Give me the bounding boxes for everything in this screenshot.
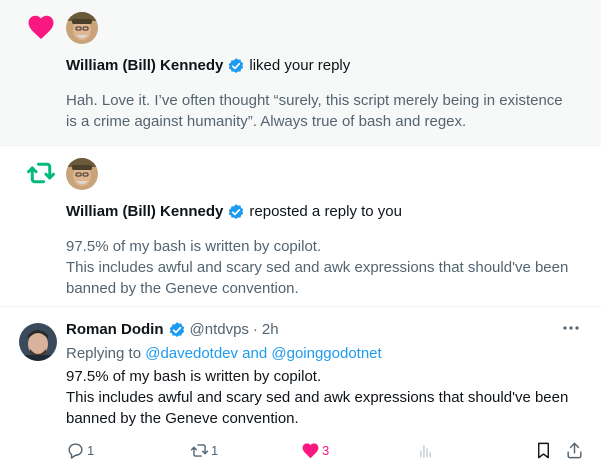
reply-icon	[68, 442, 83, 459]
tweet-time[interactable]: 2h	[262, 320, 279, 340]
views-button[interactable]	[416, 438, 435, 462]
text-line: 97.5% of my bash is written by copilot.	[66, 238, 322, 255]
text-line: This includes awful and scary sed and aw…	[66, 389, 569, 406]
heart-icon	[28, 15, 54, 39]
verified-icon	[169, 322, 184, 337]
verified-icon	[229, 58, 244, 73]
repost-button[interactable]: 1	[190, 438, 218, 462]
bookmark-button[interactable]	[534, 438, 553, 462]
more-icon[interactable]	[561, 323, 581, 333]
text-line: banned by the Geneve convention.	[66, 410, 299, 427]
notification-text: 97.5% of my bash is written by copilot. …	[66, 236, 586, 299]
text-line: This includes awful and scary sed and aw…	[66, 259, 569, 276]
user-name[interactable]: William (Bill) Kennedy	[66, 202, 223, 222]
share-button[interactable]	[565, 438, 584, 462]
notification-like[interactable]: William (Bill) Kennedy liked your reply …	[0, 0, 601, 146]
user-name[interactable]: William (Bill) Kennedy	[66, 56, 223, 76]
reply-count: 1	[87, 442, 95, 458]
notification-action: reposted a reply to you	[249, 203, 402, 220]
tweet-text: 97.5% of my bash is written by copilot. …	[66, 366, 568, 429]
tweet-author-name[interactable]: Roman Dodin	[66, 320, 164, 340]
reply-button[interactable]: 1	[66, 438, 94, 462]
notification-headline: William (Bill) Kennedy reposted a reply …	[66, 202, 402, 222]
like-button[interactable]: 3	[301, 438, 329, 462]
tweet-actions: 1 1 3	[60, 438, 590, 462]
text-line: 97.5% of my bash is written by copilot.	[66, 368, 322, 385]
views-icon	[420, 444, 431, 458]
avatar[interactable]	[66, 158, 98, 190]
bookmark-icon	[538, 442, 549, 458]
text-line: Hah. Love it. I’ve often thought “surely…	[66, 92, 563, 109]
notification-action: liked your reply	[249, 57, 351, 74]
replying-to-link[interactable]: @davedotdev and @goinggodotnet	[145, 345, 381, 362]
repost-icon	[27, 162, 55, 184]
tweet[interactable]: Roman Dodin @ntdvps · 2h Replying to @da…	[0, 307, 601, 473]
like-count: 3	[322, 442, 330, 458]
share-icon	[567, 442, 582, 458]
tweet-author-handle[interactable]: @ntdvps	[190, 320, 249, 340]
avatar[interactable]	[19, 323, 57, 361]
notification-repost[interactable]: William (Bill) Kennedy reposted a reply …	[0, 146, 601, 307]
separator: ·	[252, 321, 258, 338]
avatar[interactable]	[66, 12, 98, 44]
notification-text: Hah. Love it. I’ve often thought “surely…	[66, 90, 586, 132]
replying-prefix: Replying to	[66, 345, 142, 362]
repost-count: 1	[211, 442, 219, 458]
text-line: banned by the Geneve convention.	[66, 280, 299, 297]
replying-to: Replying to @davedotdev and @goinggodotn…	[66, 344, 382, 364]
repost-icon	[190, 443, 209, 457]
text-line: is a crime against humanity”. Always tru…	[66, 113, 467, 130]
tweet-header: Roman Dodin @ntdvps · 2h	[66, 320, 279, 340]
verified-icon	[229, 204, 244, 219]
heart-icon	[302, 442, 319, 458]
notification-headline: William (Bill) Kennedy liked your reply	[66, 56, 350, 76]
